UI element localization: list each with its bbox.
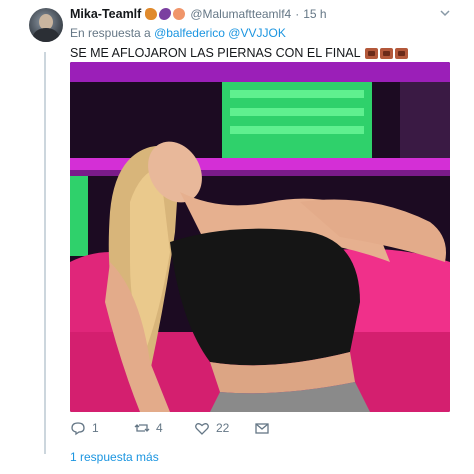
- direct-message-button[interactable]: [254, 420, 276, 436]
- heart-icon: [195, 423, 209, 435]
- user-handle[interactable]: @Malumaftteamlf4: [190, 7, 291, 21]
- tweet-text: SE ME AFLOJARON LAS PIERNAS CON EL FINAL: [70, 46, 408, 60]
- retweet-button[interactable]: 4: [134, 420, 163, 436]
- separator-dot: ·: [295, 7, 300, 21]
- peach-emoji-icon: [173, 8, 186, 20]
- reply-prefix: En respuesta a: [70, 26, 151, 40]
- avatar[interactable]: [29, 8, 63, 42]
- display-name[interactable]: Mika-Teamlf: [70, 7, 141, 21]
- eggplant-emoji-icon: [159, 8, 172, 20]
- see-no-evil-emoji-icon: [394, 47, 408, 59]
- reply-count: 1: [92, 421, 99, 435]
- like-button[interactable]: 22: [194, 420, 229, 436]
- see-no-evil-emoji-icon: [364, 47, 378, 59]
- avatar-body: [33, 28, 59, 42]
- text-emojis: [364, 47, 408, 59]
- tweet-body: SE ME AFLOJARON LAS PIERNAS CON EL FINAL: [70, 46, 361, 60]
- chevron-down-icon[interactable]: [440, 8, 450, 18]
- name-emojis: [145, 8, 186, 20]
- tweet-media-image[interactable]: [70, 62, 450, 412]
- reply-user-link[interactable]: @balfederico: [154, 26, 225, 40]
- envelope-icon: [255, 423, 269, 434]
- tweet-header: Mika-Teamlf @Malumaftteamlf4 · 15 h: [70, 6, 434, 22]
- reply-button[interactable]: 1: [70, 420, 99, 436]
- retweet-icon: [134, 424, 150, 432]
- reply-user-link[interactable]: @VVJJOK: [228, 26, 286, 40]
- retweet-count: 4: [156, 421, 163, 435]
- reply-icon: [71, 422, 85, 436]
- photo-icon: [70, 62, 450, 412]
- thread-line: [44, 52, 46, 454]
- more-replies-link[interactable]: 1 respuesta más: [70, 450, 159, 464]
- reply-context: En respuesta a @balfederico @VVJJOK: [70, 26, 286, 40]
- timestamp[interactable]: 15 h: [303, 7, 326, 21]
- dancer-emoji-icon: [145, 8, 158, 20]
- like-count: 22: [216, 421, 230, 435]
- see-no-evil-emoji-icon: [379, 47, 393, 59]
